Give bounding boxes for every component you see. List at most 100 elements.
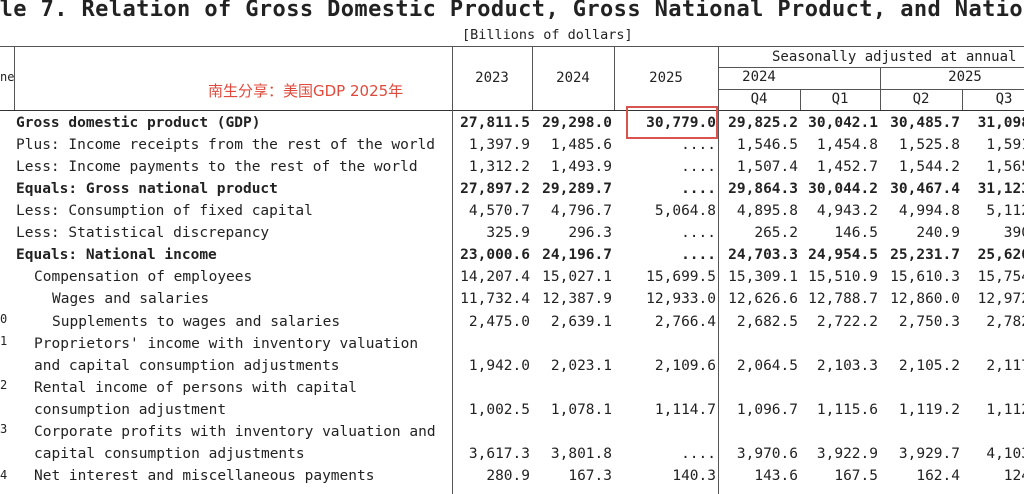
header-top-rule: [0, 46, 1024, 47]
table-cell: 1,544.2: [898, 159, 960, 176]
table-cell: 14,207.4: [460, 269, 530, 286]
row-number: 0: [0, 312, 8, 326]
row-label: Plus: Income receipts from the rest of t…: [16, 137, 436, 154]
seasonal-banner-rule: [718, 67, 1024, 68]
table-cell: 1,452.7: [816, 159, 878, 176]
table-cell: 1,096.7: [736, 401, 798, 418]
table-cell: 2,109.6: [654, 357, 716, 374]
year-header-2025: 2025: [649, 70, 683, 86]
table-cell: 265.2: [754, 225, 798, 242]
table-cell: ....: [681, 181, 716, 198]
table-cell: 4,103: [986, 445, 1024, 462]
table-cell: ....: [681, 225, 716, 242]
table-cell: 4,943.2: [816, 203, 878, 220]
col-divider-2: [614, 46, 615, 110]
row-label: Less: Statistical discrepancy: [16, 225, 270, 242]
row-label: Rental income of persons with capital: [34, 379, 358, 396]
col-divider-5: [880, 68, 881, 110]
quarter-q2: Q2: [912, 91, 930, 107]
table-cell: 4,895.8: [736, 203, 798, 220]
table-cell: 31,123: [977, 181, 1024, 198]
header-bottom-rule: [0, 110, 1024, 111]
row-label: Equals: Gross national product: [16, 181, 278, 198]
row-label: Net interest and miscellaneous payments: [34, 467, 375, 484]
table-cell: 167.5: [834, 467, 878, 484]
table-cell: 167.3: [568, 467, 612, 484]
table-cell: 15,610.3: [890, 269, 960, 286]
row-label: Less: Consumption of fixed capital: [16, 203, 313, 220]
table-cell: 2,782: [986, 313, 1024, 330]
watermark-caption: 南生分享：美国GDP 2025年: [208, 82, 404, 100]
row-number: 2: [0, 378, 8, 392]
table-cell: 11,732.4: [460, 291, 530, 308]
table-cell: ....: [681, 159, 716, 176]
quarter-q3: Q3: [995, 91, 1013, 107]
table-cell: 280.9: [486, 467, 530, 484]
row-label: Corporate profits with inventory valuati…: [34, 423, 436, 440]
table-cell: 5,112: [986, 203, 1024, 220]
table-cell: 30,467.4: [890, 181, 960, 198]
table-cell: 3,617.3: [468, 445, 530, 462]
stub-header-fragment: ne: [0, 70, 15, 84]
table-cell: 2,682.5: [736, 313, 798, 330]
table-cell: 1,942.0: [468, 357, 530, 374]
table-cell: 1,454.8: [816, 137, 878, 154]
highlight-box-gdp-2025: [626, 106, 718, 139]
table-cell: 325.9: [486, 225, 530, 242]
table-cell: 2,117: [986, 357, 1024, 374]
table-cell: 1,112: [986, 401, 1024, 418]
row-number: 4: [0, 468, 8, 482]
seasonal-adjusted-banner: Seasonally adjusted at annual: [772, 49, 1017, 65]
table-cell: 2,750.3: [898, 313, 960, 330]
table-cell: 24,196.7: [542, 247, 612, 264]
table-title: ble 7. Relation of Gross Domestic Produc…: [0, 0, 1024, 22]
quarter-q4: Q4: [750, 91, 768, 107]
table-cell: 1,525.8: [898, 137, 960, 154]
table-cell: 12,860.0: [890, 291, 960, 308]
table-cell: 124: [1003, 467, 1024, 484]
col-divider-4: [800, 89, 801, 110]
table-cell: 2,639.1: [550, 313, 612, 330]
table-cell: 25,231.7: [890, 247, 960, 264]
table-cell: 2,766.4: [654, 313, 716, 330]
table-cell: ....: [681, 445, 716, 462]
year-header-2024: 2024: [556, 70, 590, 86]
row-number: 1: [0, 334, 8, 348]
table-cell: 3,929.7: [898, 445, 960, 462]
year-header-2023: 2023: [475, 70, 509, 86]
quarter-q1: Q1: [831, 91, 849, 107]
table-cell: 240.9: [916, 225, 960, 242]
row-label: Proprietors' income with inventory valua…: [34, 335, 419, 352]
table-cell: 2,722.2: [816, 313, 878, 330]
table-cell: 29,825.2: [728, 115, 798, 131]
table-cell: 390: [1003, 225, 1024, 242]
table-cell: 143.6: [754, 467, 798, 484]
col-divider-1: [532, 46, 533, 110]
row-label: and capital consumption adjustments: [34, 357, 340, 374]
table-cell: 29,864.3: [728, 181, 798, 198]
table-cell: 12,933.0: [646, 291, 716, 308]
table-cell: 2,105.2: [898, 357, 960, 374]
row-label: capital consumption adjustments: [34, 445, 305, 462]
table-cell: 15,510.9: [808, 269, 878, 286]
table-cell: 1,485.6: [550, 137, 612, 154]
table-cell: 1,397.9: [468, 137, 530, 154]
table-cell: 23,000.6: [460, 247, 530, 264]
table-cell: 1,115.6: [816, 401, 878, 418]
table-cell: 1,591: [986, 137, 1024, 154]
table-cell: 4,796.7: [550, 203, 612, 220]
table-cell: 27,897.2: [460, 181, 530, 198]
table-cell: 1,114.7: [654, 401, 716, 418]
table-cell: 1,002.5: [468, 401, 530, 418]
table-cell: 24,954.5: [808, 247, 878, 264]
col-divider-3: [718, 46, 719, 494]
table-cell: 1,078.1: [550, 401, 612, 418]
table-cell: 30,042.1: [808, 115, 878, 131]
table-cell: 3,922.9: [816, 445, 878, 462]
row-label: Supplements to wages and salaries: [52, 313, 341, 330]
table-cell: 2,064.5: [736, 357, 798, 374]
table-cell: 29,289.7: [542, 181, 612, 198]
row-number: 3: [0, 422, 8, 436]
row-label: Compensation of employees: [34, 269, 253, 286]
table-cell: 30,485.7: [890, 115, 960, 131]
